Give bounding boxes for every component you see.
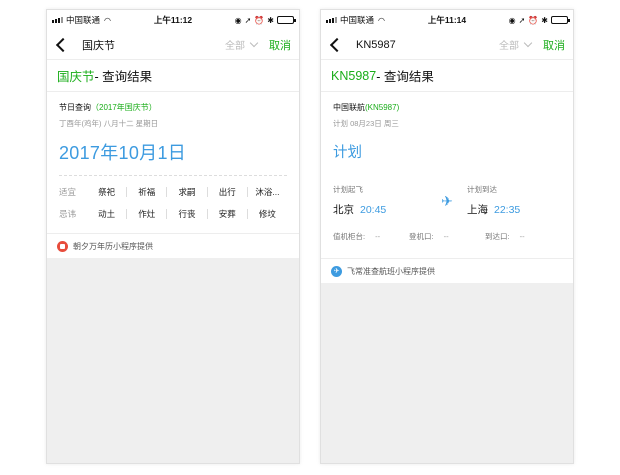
navigation-icon: ➚: [518, 15, 526, 25]
carrier-name: 中国联通: [66, 15, 101, 25]
checkin-label: 值机柜台:: [333, 232, 366, 241]
location-icon: ◉: [234, 15, 242, 25]
result-card: KN5987 - 查询结果 中国联航(KN5987) 计划 08月23日 周三 …: [321, 60, 573, 283]
airline-line: 中国联航(KN5987): [333, 102, 561, 113]
category-dropdown[interactable]: 全部: [499, 37, 533, 52]
arrival: 计划到达 上海 22:35: [467, 184, 561, 217]
cancel-button[interactable]: 取消: [269, 37, 291, 53]
provider-label: 飞常准查航班小程序提供: [347, 266, 435, 276]
status-bar: 中国联通 ◠ 上午11:12 ◉ ➚ ⏰ ✱: [47, 10, 299, 30]
departure-label: 计划起飞: [333, 185, 363, 194]
almanac-item: 行丧: [167, 209, 208, 219]
search-query[interactable]: KN5987: [356, 39, 396, 51]
airline-name: 中国联航: [333, 103, 365, 112]
provider-footer[interactable]: ✈ 飞常准查航班小程序提供: [321, 258, 573, 283]
flight-status: 计划: [333, 145, 362, 161]
result-suffix: - 查询结果: [376, 70, 434, 84]
chevron-left-icon[interactable]: [55, 37, 71, 52]
almanac-item: 动土: [87, 209, 128, 219]
almanac-bad-row: 忌讳 动土 作灶 行丧 安葬 修坟: [59, 208, 287, 220]
signal-icon: [52, 17, 63, 23]
result-suffix: - 查询结果: [94, 70, 153, 84]
result-keyword: 国庆节: [57, 70, 95, 84]
query-type: 节日查询: [59, 103, 91, 112]
navigation-icon: ➚: [244, 15, 252, 25]
almanac-item: 求嗣: [167, 187, 208, 197]
alarm-icon: ⏰: [528, 15, 539, 25]
lunar-date: 丁酉年(鸡年) 八月十二 星期日: [59, 119, 159, 128]
departure: 计划起飞 北京 20:45: [333, 184, 427, 217]
cancel-button[interactable]: 取消: [543, 37, 565, 53]
gate-label: 登机口:: [409, 232, 434, 241]
arrival-time: 22:35: [494, 204, 521, 216]
airplane-icon: ✈: [441, 193, 453, 209]
result-heading: KN5987 - 查询结果: [321, 60, 573, 92]
wifi-icon: ◠: [378, 15, 385, 25]
gate-info: 值机柜台: -- 登机口: -- 到达口: --: [333, 231, 561, 242]
result-keyword: KN5987: [331, 68, 377, 83]
almanac-good-row: 适宜 祭祀 祈福 求嗣 出行 沐浴...: [59, 186, 287, 198]
category-label: 全部: [499, 41, 519, 52]
almanac-item: 作灶: [127, 209, 168, 219]
arrival-city: 上海: [467, 204, 488, 216]
signal-icon: [326, 17, 337, 23]
category-dropdown[interactable]: 全部: [225, 37, 259, 52]
holiday-date: 2017年10月1日: [59, 143, 187, 163]
location-icon: ◉: [508, 15, 516, 25]
status-bar: 中国联通 ◠ 上午11:14 ◉ ➚ ⏰ ✱: [321, 10, 573, 30]
wifi-icon: ◠: [104, 15, 111, 25]
arrival-label: 计划到达: [467, 185, 497, 194]
almanac-item: 出行: [208, 187, 248, 197]
flight-route: 计划起飞 北京 20:45 ✈ 计划到达 上海 22:35: [333, 184, 561, 217]
search-query[interactable]: 国庆节: [82, 37, 115, 53]
carrier-name: 中国联通: [340, 15, 375, 25]
arrival-gate-label: 到达口:: [485, 232, 510, 241]
result-heading: 国庆节 - 查询结果: [47, 60, 299, 92]
nav-bar: KN5987 全部 取消: [321, 30, 573, 60]
holiday-tag: （2017年国庆节）: [91, 103, 157, 112]
holiday-section[interactable]: 节日查询（2017年国庆节） 丁酉年(鸡年) 八月十二 星期日 2017年10月…: [47, 92, 299, 220]
checkin-value: --: [375, 232, 381, 241]
calendar-icon: [57, 240, 68, 252]
almanac-item: 祭祀: [87, 187, 128, 197]
provider-footer[interactable]: 朝夕万年历小程序提供: [47, 233, 299, 258]
divider: [59, 175, 287, 176]
flight-section[interactable]: 中国联航(KN5987) 计划 08月23日 周三 计划 计划起飞 北京 20:4…: [321, 92, 573, 242]
chevron-down-icon: [523, 38, 533, 48]
provider-label: 朝夕万年历小程序提供: [73, 241, 153, 251]
departure-time: 20:45: [360, 204, 387, 216]
alarm-icon: ⏰: [254, 15, 265, 25]
flight-plan-date: 计划 08月23日 周三: [333, 119, 399, 128]
bluetooth-icon: ✱: [541, 15, 548, 25]
category-label: 全部: [225, 41, 245, 52]
gate-value: --: [443, 232, 449, 241]
phone-screen-flight: 中国联通 ◠ 上午11:14 ◉ ➚ ⏰ ✱ KN5987 全部 取消 KN59…: [320, 9, 574, 464]
battery-icon: [551, 16, 570, 24]
flight-code: (KN5987): [365, 103, 400, 112]
result-card: 国庆节 - 查询结果 节日查询（2017年国庆节） 丁酉年(鸡年) 八月十二 星…: [47, 60, 299, 258]
almanac-good-label: 适宜: [59, 187, 77, 197]
airplane-badge-icon: ✈: [331, 265, 342, 277]
almanac-item: 安葬: [208, 209, 248, 219]
almanac-item: 沐浴...: [255, 187, 280, 197]
chevron-left-icon[interactable]: [329, 37, 345, 52]
almanac-item: 祈福: [127, 187, 168, 197]
bluetooth-icon: ✱: [267, 15, 274, 25]
nav-bar: 国庆节 全部 取消: [47, 30, 299, 60]
departure-city: 北京: [333, 204, 354, 216]
phone-screen-holiday: 中国联通 ◠ 上午11:12 ◉ ➚ ⏰ ✱ 国庆节 全部 取消 国庆节 - 查…: [46, 9, 300, 464]
chevron-down-icon: [249, 38, 259, 48]
arrival-gate-value: --: [519, 232, 525, 241]
almanac-bad-label: 忌讳: [59, 209, 77, 219]
battery-icon: [277, 16, 296, 24]
almanac-item: 修坟: [258, 209, 276, 219]
holiday-query-label: 节日查询（2017年国庆节）: [59, 102, 287, 113]
